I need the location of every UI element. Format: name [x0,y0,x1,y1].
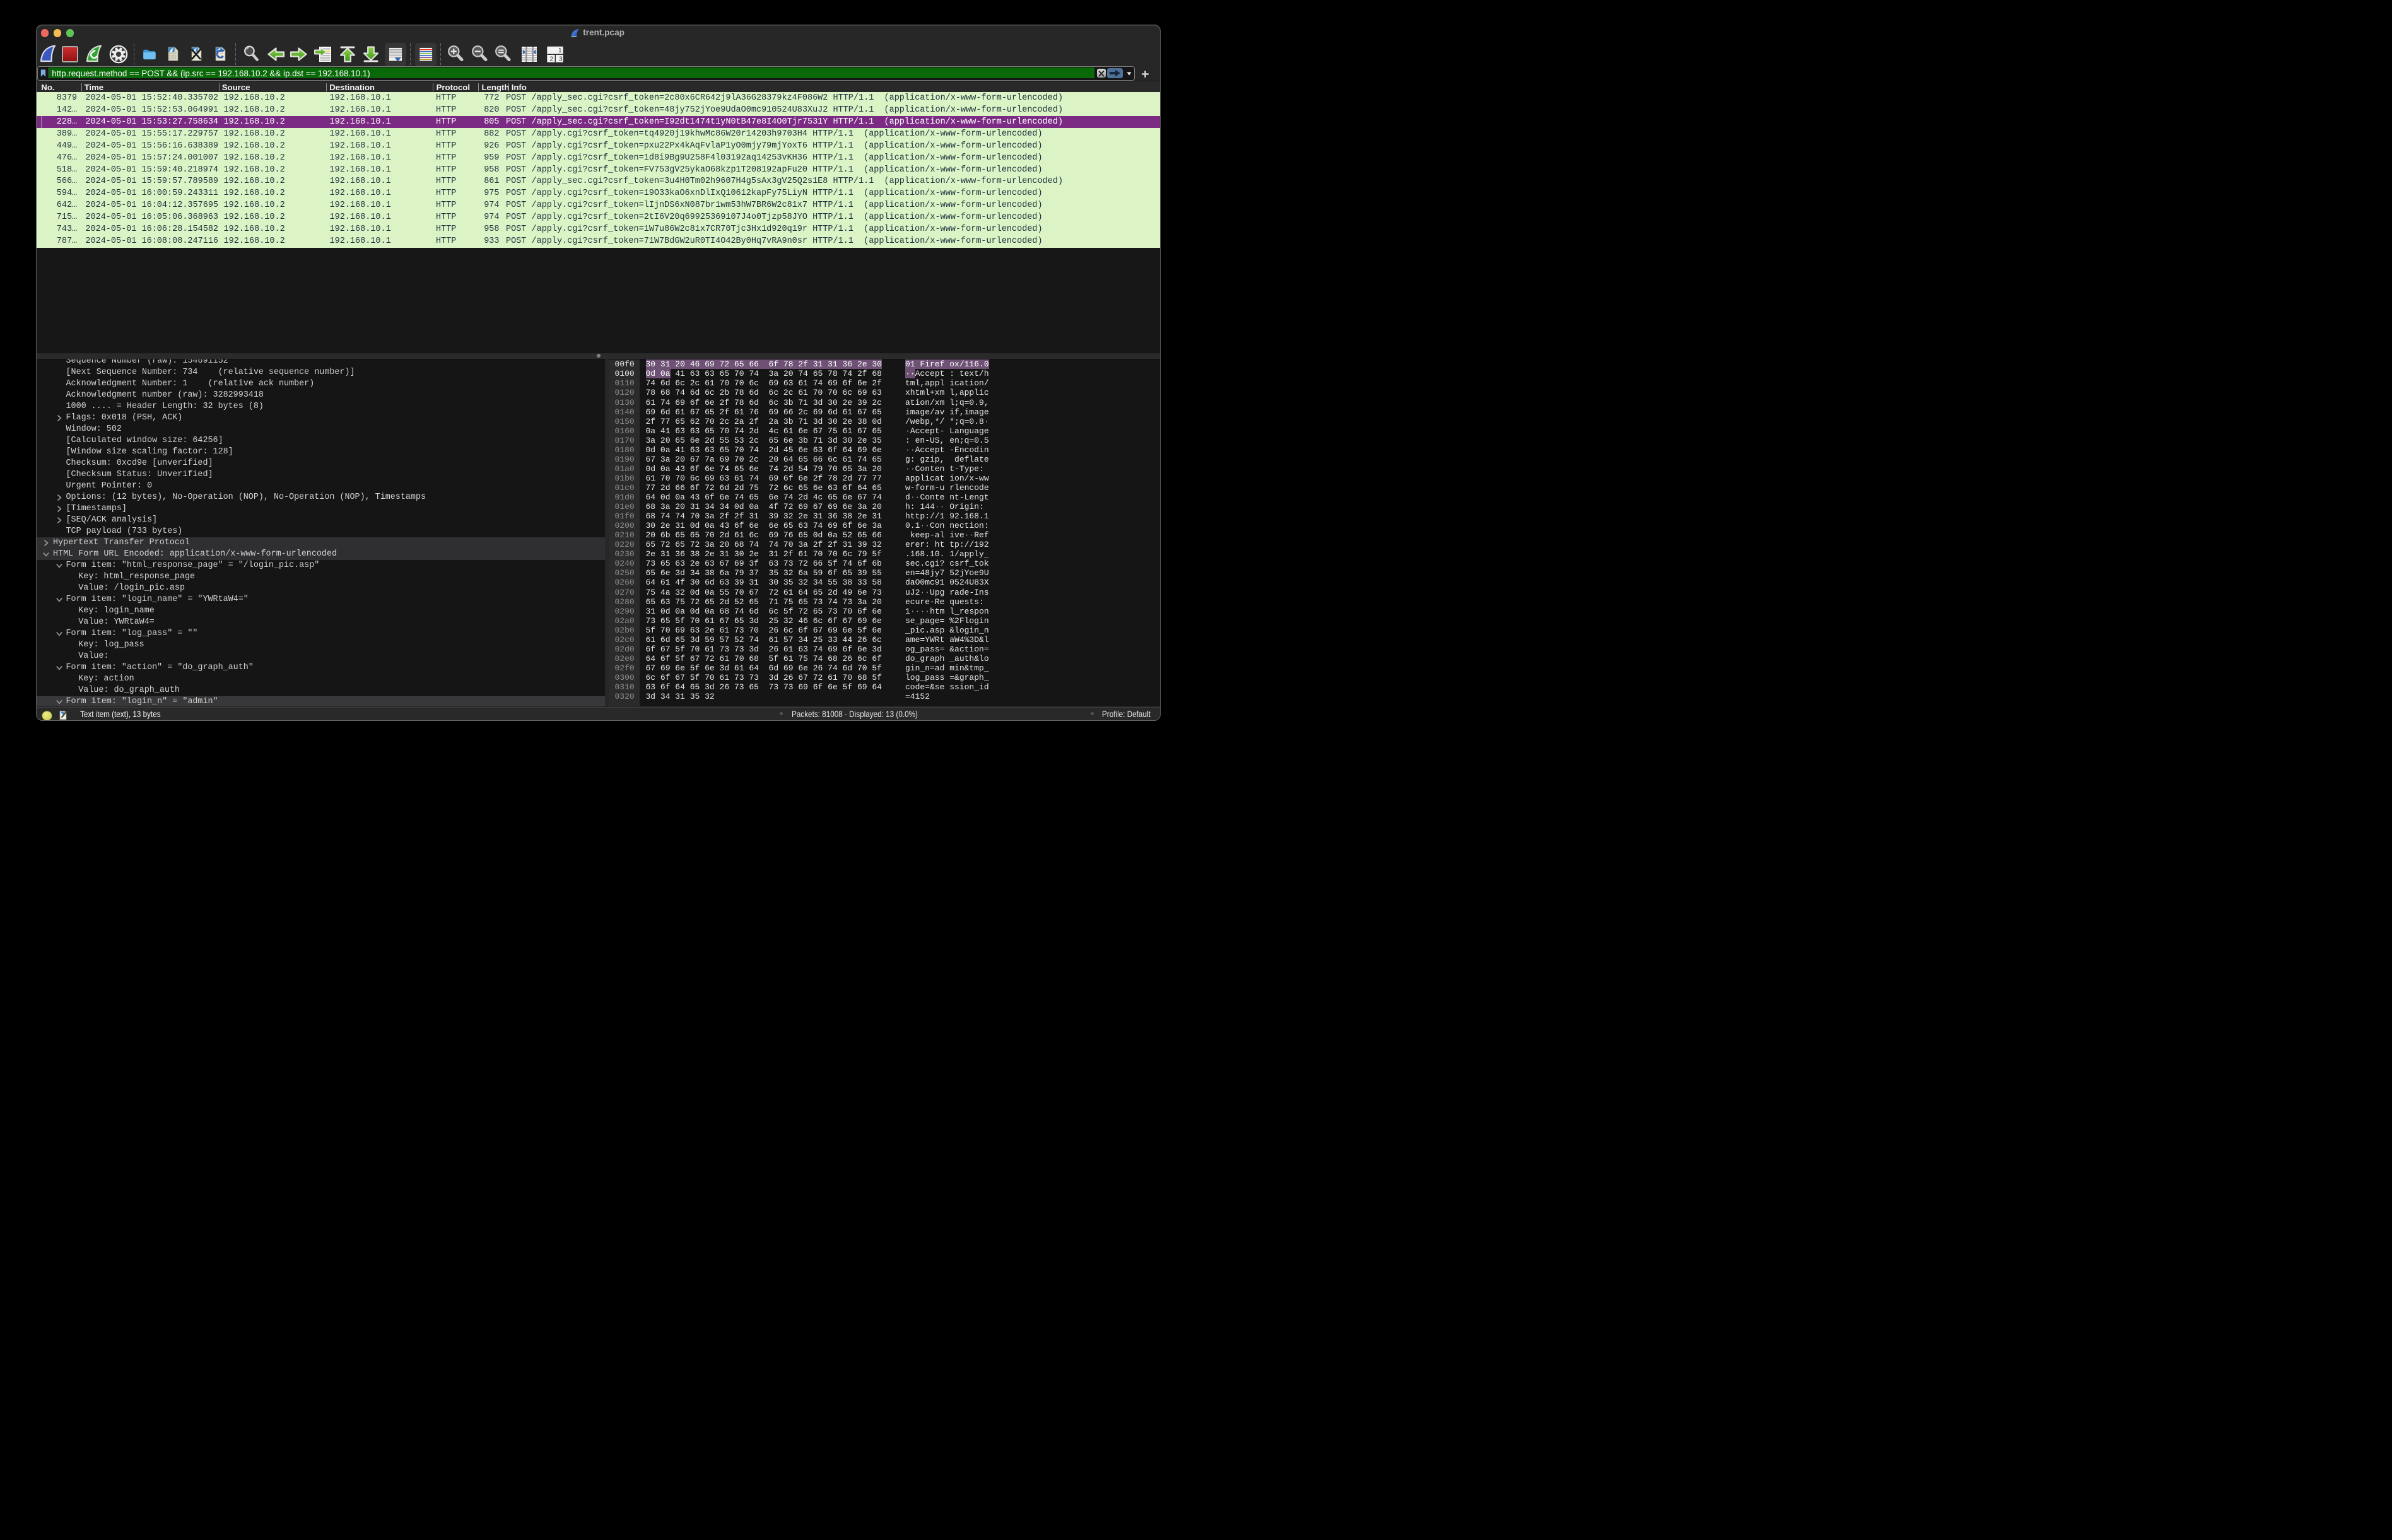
svg-text:3: 3 [559,55,563,62]
svg-text:2: 2 [549,55,553,62]
svg-text:1: 1 [558,47,562,54]
svg-text:01110: 01110 [169,58,176,61]
